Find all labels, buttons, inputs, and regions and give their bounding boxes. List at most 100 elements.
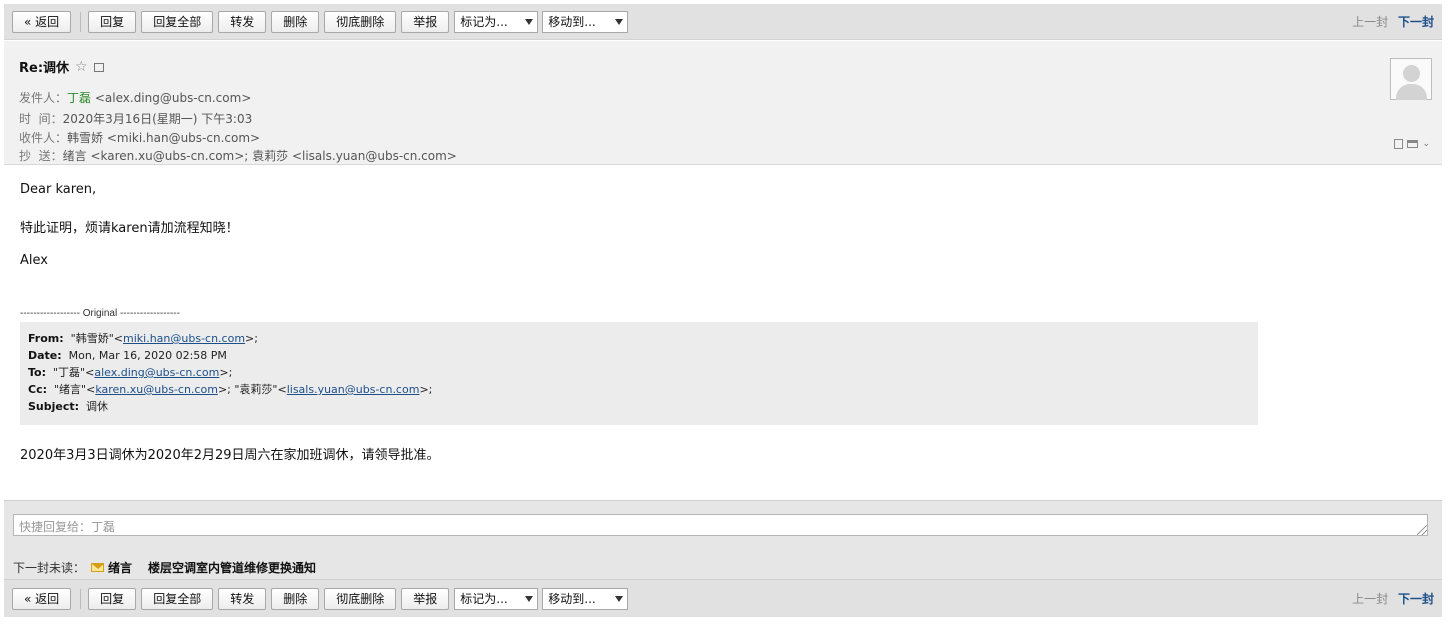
move-to-label: 移动到... [548,592,596,606]
prev-message-link[interactable]: 上一封 [1352,592,1388,606]
quoted-header: From: "韩雪娇"<miki.han@ubs-cn.com>; Date: … [20,322,1258,425]
email-reader: « 返回 回复 回复全部 转发 删除 彻底删除 举报 标记为... 移动到...… [4,4,1442,622]
sender-row: 发件人：丁磊 <alex.ding@ubs-cn.com> [19,89,251,106]
next-message-link[interactable]: 下一封 [1398,592,1434,606]
avatar-head [1403,65,1420,82]
quote-cc-tail: >; [419,383,433,396]
sender-avatar [1390,58,1432,100]
quote-cc-name1: "绪言"< [54,383,96,396]
quote-to: To: "丁磊"<alex.ding@ubs-cn.com>; [28,364,1250,381]
quote-cc-email1-link[interactable]: karen.xu@ubs-cn.com [95,383,218,396]
email-header: Re:调休 ☆ 发件人：丁磊 <alex.ding@ubs-cn.com> 时 … [4,41,1442,165]
bottom-toolbar: « 返回 回复 回复全部 转发 删除 彻底删除 举报 标记为... 移动到...… [4,579,1442,617]
email-subject: Re:调休 ☆ [19,57,104,76]
prev-message-link[interactable]: 上一封 [1352,15,1388,29]
quote-to-tail: >; [219,366,233,379]
move-to-label: 移动到... [548,15,596,29]
open-new-window-icon[interactable] [93,63,104,72]
time-label: 时 间： [19,112,63,126]
document-icon[interactable] [1394,139,1404,149]
cc-value: 绪言 <karen.xu@ubs-cn.com>; 袁莉莎 <lisals.yu… [62,149,457,163]
delete-button[interactable]: 删除 [271,10,320,33]
sender-email: <alex.ding@ubs-cn.com> [94,91,252,105]
quote-to-email-link[interactable]: alex.ding@ubs-cn.com [94,366,219,379]
reply-all-button[interactable]: 回复全部 [141,10,214,33]
recipient-value: 韩雪娇 <miki.han@ubs-cn.com> [67,131,261,145]
time-value: 2020年3月16日(星期一) 下午3:03 [62,112,253,126]
report-button[interactable]: 举报 [401,10,450,33]
reply-all-button[interactable]: 回复全部 [141,587,214,610]
sender-name[interactable]: 丁磊 [67,91,91,105]
toolbar-divider [80,11,82,32]
avatar-body [1396,84,1427,100]
subject-text: Re:调休 [19,61,70,76]
quote-to-name: "丁磊"< [53,366,95,379]
message-nav: 上一封 下一封 [1352,13,1434,30]
next-unread: 下一封未读： 绪言 楼层空调室内管道维修更换通知 [13,559,316,576]
print-icon[interactable] [1407,140,1419,148]
next-message-link[interactable]: 下一封 [1398,15,1434,29]
quote-subject: Subject: 调休 [28,398,1250,415]
quote-cc-mid: >; "袁莉莎"< [217,383,287,396]
recipient-label: 收件人： [19,131,68,145]
message-nav: 上一封 下一封 [1352,590,1434,607]
back-button[interactable]: « 返回 [12,10,72,33]
chevron-down-icon[interactable]: ⌄ [1422,139,1430,149]
body-line: 特此证明，烦请karen请加流程知晓！ [20,221,239,236]
quote-date: Date: Mon, Mar 16, 2020 02:58 PM [28,347,1250,364]
resize-handle-icon[interactable] [1417,525,1427,535]
next-unread-label: 下一封未读： [13,561,86,575]
chevron-down-icon [525,18,534,25]
quote-date-label: Date: [28,349,62,362]
email-body: Dear karen, 特此证明，烦请karen请加流程知晓！ Alex ---… [4,166,1442,500]
move-to-select[interactable]: 移动到... [542,587,629,610]
quote-to-label: To: [28,366,46,379]
reply-button[interactable]: 回复 [88,10,137,33]
original-divider: ------------------ Original ------------… [20,308,180,319]
delete-permanent-button[interactable]: 彻底删除 [324,10,397,33]
toolbar-divider [80,588,82,609]
time-row: 时 间：2020年3月16日(星期一) 下午3:03 [19,110,252,127]
quote-cc-email2-link[interactable]: lisals.yuan@ubs-cn.com [287,383,420,396]
star-icon[interactable]: ☆ [75,59,88,75]
cc-row: 抄 送：绪言 <karen.xu@ubs-cn.com>; 袁莉莎 <lisal… [19,147,457,164]
chevron-down-icon [615,595,624,602]
quote-cc: Cc: "绪言"<karen.xu@ubs-cn.com>; "袁莉莎"<lis… [28,381,1250,398]
quote-date-value: Mon, Mar 16, 2020 02:58 PM [68,349,227,362]
quote-from-email-link[interactable]: miki.han@ubs-cn.com [123,332,245,345]
mark-as-label: 标记为... [460,592,508,606]
next-unread-from[interactable]: 绪言 [108,559,132,576]
report-button[interactable]: 举报 [401,587,450,610]
back-button[interactable]: « 返回 [12,587,72,610]
mark-as-select[interactable]: 标记为... [454,10,539,33]
recipient-row: 收件人：韩雪娇 <miki.han@ubs-cn.com> [19,129,260,146]
move-to-select[interactable]: 移动到... [542,10,629,33]
quote-from-label: From: [28,332,64,345]
delete-permanent-button[interactable]: 彻底删除 [324,587,397,610]
signature: Alex [20,253,48,268]
chevron-down-icon [615,18,624,25]
quote-from-name: "韩雪娇"< [70,332,123,345]
mark-as-select[interactable]: 标记为... [454,587,539,610]
quote-subject-label: Subject: [28,400,80,413]
chevron-down-icon [525,595,534,602]
quick-reply-area: 快捷回复给：丁磊 下一封未读： 绪言 楼层空调室内管道维修更换通知 [4,500,1442,579]
quote-subject-value: 调休 [86,400,109,413]
quote-cc-label: Cc: [28,383,47,396]
mark-as-label: 标记为... [460,15,508,29]
header-actions: ⌄ [1394,139,1430,149]
reply-button[interactable]: 回复 [88,587,137,610]
quote-from: From: "韩雪娇"<miki.han@ubs-cn.com>; [28,330,1250,347]
greeting: Dear karen, [20,182,97,197]
cc-label: 抄 送： [19,149,63,163]
envelope-icon [91,563,105,572]
quote-from-tail: >; [245,332,258,345]
next-unread-subject[interactable]: 楼层空调室内管道维修更换通知 [148,559,316,576]
forward-button[interactable]: 转发 [218,10,267,33]
delete-button[interactable]: 删除 [271,587,320,610]
sender-label: 发件人： [19,91,68,105]
original-message-text: 2020年3月3日调休为2020年2月29日周六在家加班调休，请领导批准。 [20,448,440,463]
quick-reply-input[interactable]: 快捷回复给：丁磊 [13,514,1428,536]
forward-button[interactable]: 转发 [218,587,267,610]
top-toolbar: « 返回 回复 回复全部 转发 删除 彻底删除 举报 标记为... 移动到...… [4,4,1442,40]
